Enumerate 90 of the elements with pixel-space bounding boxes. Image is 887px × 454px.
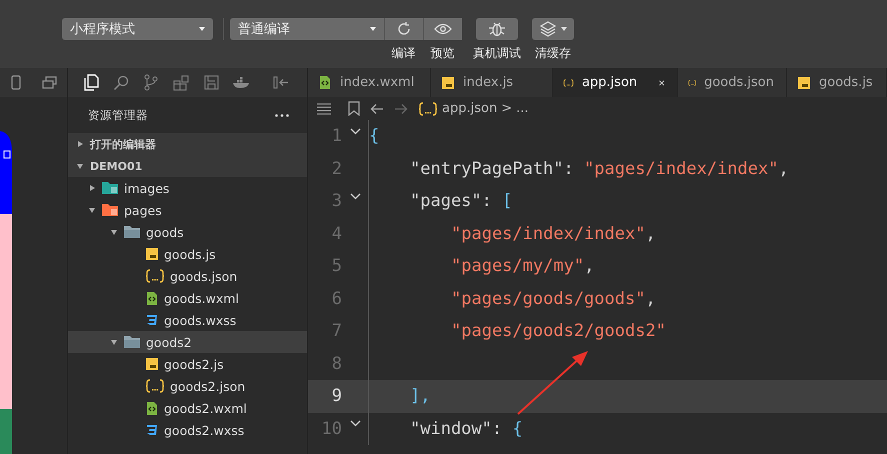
mode-dropdown[interactable]: 小程序模式: [62, 18, 213, 40]
js-file-icon: [441, 76, 455, 90]
folder-icon: [123, 225, 141, 239]
line-number: 1: [330, 126, 342, 146]
line-number: 2: [330, 158, 342, 179]
button-label: 真机调试: [473, 45, 521, 62]
back-arrow-icon[interactable]: [370, 102, 384, 114]
braces-icon: [145, 379, 165, 393]
folder-icon: [101, 203, 119, 217]
tree-item[interactable]: goods: [68, 221, 307, 243]
tree-item[interactable]: goods2.wxss: [68, 419, 307, 441]
files-icon[interactable]: [84, 74, 98, 91]
editor-tab[interactable]: goods.js: [787, 68, 887, 97]
more-icon[interactable]: [275, 114, 289, 116]
tree-item[interactable]: goods2.wxml: [68, 397, 307, 419]
bug-icon: [488, 20, 506, 38]
breadcrumb-separator: >: [501, 101, 512, 116]
refresh-icon: [396, 21, 412, 37]
compile-dropdown[interactable]: 普通编译: [230, 18, 384, 40]
tree-item[interactable]: images: [68, 177, 307, 199]
folder-icon: [101, 181, 119, 195]
section-header[interactable]: 打开的编辑器: [68, 133, 307, 155]
bookmark-icon[interactable]: [348, 101, 360, 116]
layers-icon: [539, 21, 557, 37]
forward-arrow-icon[interactable]: [394, 102, 408, 114]
breadcrumb-file[interactable]: app.json: [442, 101, 498, 116]
panel-title: 资源管理器: [88, 108, 148, 122]
save-icon[interactable]: [204, 75, 218, 90]
phone-icon[interactable]: [10, 75, 20, 90]
line-number: 8: [330, 354, 342, 374]
tree-item[interactable]: goods.wxss: [68, 309, 307, 331]
js-file-icon: [797, 76, 811, 90]
code-file-icon: [318, 75, 332, 90]
tree-item[interactable]: goods.wxml: [68, 287, 307, 309]
code-line: "pages/goods2/goods2": [451, 321, 666, 342]
collapse-panel-icon[interactable]: [273, 76, 289, 89]
button-label: 预览: [430, 45, 454, 62]
line-number: 7: [330, 321, 342, 342]
eye-button[interactable]: [423, 18, 462, 40]
whale-icon[interactable]: [232, 76, 250, 88]
fold-chevron-icon[interactable]: [350, 420, 360, 428]
code-line: {: [369, 126, 380, 146]
tree-item[interactable]: goods.json: [68, 265, 307, 287]
code-line: ],: [410, 386, 430, 406]
eye-icon: [434, 23, 452, 35]
tree-item[interactable]: goods.js: [68, 243, 307, 265]
braces-icon: [418, 102, 438, 116]
bug-button[interactable]: [476, 18, 518, 40]
tree-item[interactable]: goods2: [68, 331, 307, 353]
refresh-button[interactable]: [384, 18, 423, 40]
fold-chevron-icon[interactable]: [350, 192, 360, 200]
close-icon[interactable]: [659, 78, 665, 88]
js-file-icon: [145, 357, 159, 371]
code-line: "pages/index/index",: [451, 224, 656, 244]
button-label: 编译: [392, 45, 416, 62]
code-line: "window": {: [410, 418, 523, 439]
button-label: 清缓存: [535, 45, 571, 62]
editor-tab[interactable]: index.wxml: [308, 68, 431, 97]
code-file-icon: [145, 400, 159, 416]
editor-tab[interactable]: app.json: [553, 68, 678, 97]
section-header[interactable]: DEMO01: [68, 155, 307, 177]
folder-icon: [123, 335, 141, 349]
blocks-icon[interactable]: [173, 74, 189, 90]
fold-chevron-icon[interactable]: [350, 128, 360, 135]
js-file-icon: [145, 247, 159, 261]
list-icon[interactable]: [316, 102, 332, 114]
windows-icon[interactable]: [42, 76, 56, 89]
line-number: 5: [330, 256, 342, 276]
tree-item[interactable]: pages: [68, 199, 307, 221]
css-file-icon: [145, 313, 159, 327]
code-line: "pages/my/my",: [451, 256, 594, 276]
tree-item[interactable]: goods2.js: [68, 353, 307, 375]
layers-button[interactable]: [532, 18, 574, 40]
editor-tab[interactable]: goods.json: [678, 68, 787, 97]
code-line: "pages": [: [410, 191, 512, 212]
breadcrumb-more[interactable]: ...: [516, 101, 528, 116]
braces-icon: [145, 269, 165, 283]
branch-icon[interactable]: [144, 74, 158, 91]
code-line: "pages/goods/goods",: [451, 288, 656, 309]
line-number: 3: [330, 191, 342, 212]
css-file-icon: [145, 423, 159, 437]
code-line: "entryPagePath": "pages/index/index",: [410, 158, 789, 179]
line-number: 6: [330, 288, 342, 309]
tree-item[interactable]: goods2.json: [68, 375, 307, 397]
editor-tab[interactable]: index.js: [431, 68, 553, 97]
line-number: 4: [330, 224, 342, 244]
line-number: 9: [330, 386, 342, 406]
code-file-icon: [145, 290, 159, 306]
search-icon[interactable]: [113, 74, 129, 90]
line-number: 10: [320, 418, 342, 439]
